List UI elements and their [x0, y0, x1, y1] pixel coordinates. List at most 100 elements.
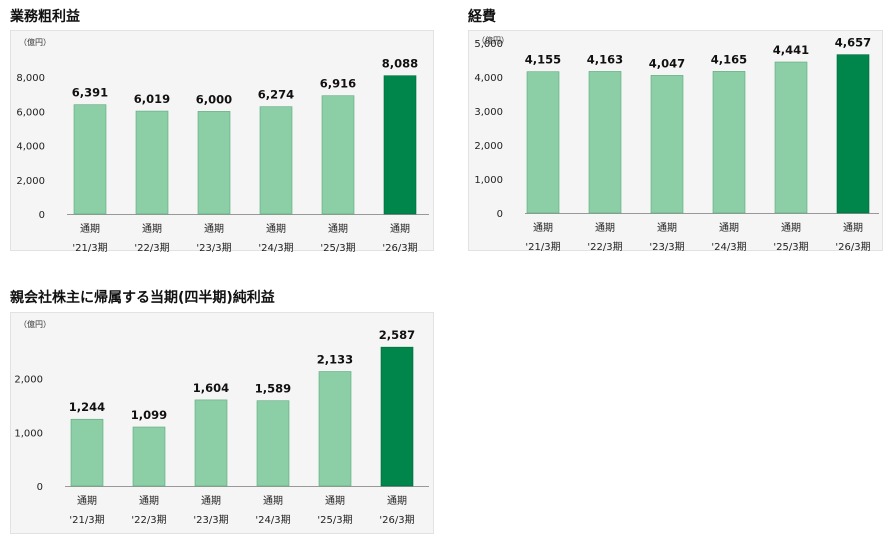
x-tick-label: '26/3期	[379, 514, 414, 526]
y-tick-label: 3,000	[474, 107, 503, 118]
y-tick-label: 1,000	[474, 175, 503, 186]
x-tick-label-top: 通期	[781, 222, 801, 234]
x-tick-label: '25/3期	[317, 514, 352, 526]
x-tick-label-top: 通期	[390, 223, 410, 235]
value-label: 1,244	[69, 400, 105, 414]
x-tick-label: '21/3期	[72, 242, 107, 254]
bar	[712, 71, 746, 214]
x-tick-label: '22/3期	[587, 241, 622, 253]
bar	[588, 71, 622, 214]
value-label: 8,088	[382, 57, 418, 71]
x-tick-label: '26/3期	[382, 242, 417, 254]
value-label: 4,047	[649, 56, 685, 70]
value-label: 4,657	[835, 36, 871, 50]
x-tick-label-top: 通期	[595, 222, 615, 234]
gross-profit-chart: （億円） 0 2,000 4,000 6,000 8,000 6,391 通期 '21/3期 6,…	[16, 37, 429, 254]
chart-title: 経費	[468, 9, 496, 25]
chart-title: 親会社株主に帰属する当期(四半期)純利益	[10, 290, 275, 306]
value-label: 4,441	[773, 43, 809, 57]
x-tick-label: '26/3期	[835, 241, 870, 253]
chart-area: （億円） 0 1,000 2,000 3,000 4,000 5,000 4,155 通期 '21…	[468, 30, 883, 253]
x-tick-label: '22/3期	[131, 514, 166, 526]
value-label: 6,916	[320, 77, 356, 91]
bar	[197, 111, 231, 215]
y-tick-label: 1,000	[14, 428, 43, 439]
bar	[836, 54, 870, 214]
x-tick-label-top: 通期	[325, 495, 345, 507]
x-tick-label: '21/3期	[69, 514, 104, 526]
x-tick-label: '24/3期	[258, 242, 293, 254]
bar	[73, 104, 107, 215]
x-tick-label-top: 通期	[719, 222, 739, 234]
net-income-panel: 親会社株主に帰属する当期(四半期)純利益 （億円） 0 1,000 2,000 1,24…	[10, 287, 434, 539]
value-label: 4,165	[711, 52, 747, 66]
chart-area: （億円） 0 2,000 4,000 6,000 8,000 6,391 通期 '21/3期 6,…	[10, 30, 434, 254]
bar	[132, 426, 166, 487]
x-tick-label: '24/3期	[711, 241, 746, 253]
x-tick-label: '22/3期	[134, 242, 169, 254]
x-tick-label-top: 通期	[263, 495, 283, 507]
expenses-panel: 経費 （億円） 0 1,000 2,000 3,000 4,000 5,000 4,155 通期…	[468, 6, 883, 254]
value-label: 4,163	[587, 52, 623, 66]
unit-label: （億円）	[19, 319, 51, 329]
x-tick-label-top: 通期	[139, 495, 159, 507]
x-tick-label-top: 通期	[657, 222, 677, 234]
expenses-chart: （億円）01,0002,0003,0004,0005,0004,155通期'21…	[474, 35, 879, 253]
x-tick-label-top: 通期	[80, 223, 100, 235]
x-tick-label: '24/3期	[255, 514, 290, 526]
value-label: 1,099	[131, 408, 167, 422]
bar	[774, 61, 808, 214]
value-label: 2,587	[379, 328, 415, 342]
x-tick-label: '23/3期	[196, 242, 231, 254]
x-tick-label: '25/3期	[320, 242, 355, 254]
x-tick-label-top: 通期	[204, 223, 224, 235]
x-tick-label: '25/3期	[773, 241, 808, 253]
chart-title: 業務粗利益	[10, 9, 80, 25]
unit-label: （億円）	[19, 37, 51, 47]
y-tick-label: 4,000	[474, 73, 503, 84]
bar	[321, 95, 355, 215]
bar	[318, 371, 352, 487]
bar	[256, 400, 290, 487]
y-tick-label: 0	[497, 209, 503, 220]
bar	[259, 106, 293, 215]
bar	[194, 399, 228, 487]
x-tick-label-top: 通期	[77, 495, 97, 507]
y-tick-label: 2,000	[16, 176, 45, 187]
chart-area: （億円） 0 1,000 2,000 1,244 通期 '21/3期 1,099 通期 '22/3…	[10, 312, 434, 534]
x-tick-label: '21/3期	[525, 241, 560, 253]
value-label: 6,391	[72, 86, 108, 100]
x-tick-label-top: 通期	[533, 222, 553, 234]
x-tick-label-top: 通期	[328, 223, 348, 235]
value-label: 6,000	[196, 92, 232, 106]
y-tick-label: 8,000	[16, 73, 45, 84]
bar	[383, 75, 417, 215]
bar	[135, 110, 169, 215]
y-tick-label: 2,000	[14, 375, 43, 386]
value-label: 1,589	[255, 382, 291, 396]
gross-profit-panel: 業務粗利益 （億円） 0 2,000 4,000 6,000 8,000 6,391 通期 '2…	[10, 6, 434, 254]
x-tick-label-top: 通期	[142, 223, 162, 235]
y-tick-label: 0	[39, 210, 45, 221]
x-tick-label-top: 通期	[201, 495, 221, 507]
x-tick-label: '23/3期	[193, 514, 228, 526]
y-tick-label: 4,000	[16, 142, 45, 153]
net-income-chart: （億円） 0 1,000 2,000 1,244 通期 '21/3期 1,099 通期 '22/3…	[14, 319, 429, 526]
y-tick-label: 5,000	[474, 39, 503, 50]
value-label: 6,274	[258, 88, 294, 102]
value-label: 1,604	[193, 381, 229, 395]
value-label: 4,155	[525, 53, 561, 67]
value-label: 2,133	[317, 353, 353, 367]
bar	[70, 418, 104, 487]
y-tick-label: 0	[37, 482, 43, 493]
bar	[380, 346, 414, 487]
x-tick-label: '23/3期	[649, 241, 684, 253]
x-tick-label-top: 通期	[266, 223, 286, 235]
bar	[526, 71, 560, 214]
y-tick-label: 2,000	[474, 141, 503, 152]
x-tick-label-top: 通期	[387, 495, 407, 507]
value-label: 6,019	[134, 92, 170, 106]
y-tick-label: 6,000	[16, 107, 45, 118]
x-tick-label-top: 通期	[843, 222, 863, 234]
bar	[650, 75, 684, 214]
